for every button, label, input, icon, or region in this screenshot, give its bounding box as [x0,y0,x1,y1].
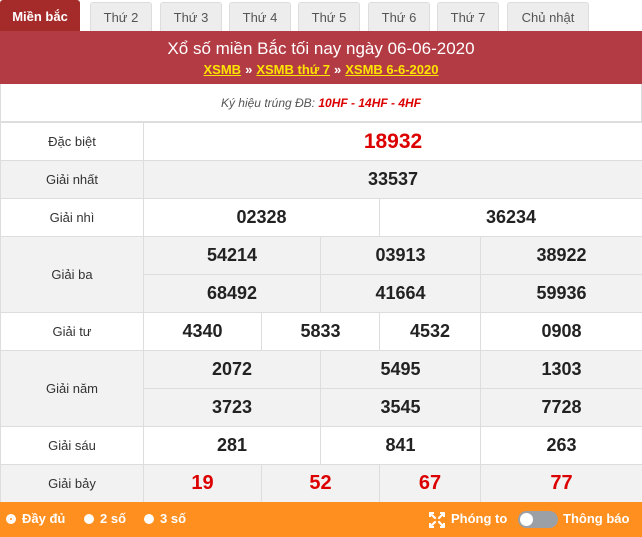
display-options-bar: Đầy đủ 2 số 3 số Phóng to Thông báo [0,502,642,537]
prize-g3-value: 41664 [320,274,481,313]
tab-thu-2[interactable]: Thứ 2 [90,2,152,31]
tab-chu-nhat[interactable]: Chủ nhật [507,2,589,31]
special-code-label: Ký hiệu trúng ĐB: [220,96,319,110]
special-codes: 10HF - 14HF - 4HF [318,96,422,110]
prize-g7-value: 67 [379,464,481,503]
prize-label-g1: Giải nhất [0,160,144,199]
breadcrumb: XSMB» XSMB thứ 7» XSMB 6-6-2020 [0,62,642,77]
tab-thu-4[interactable]: Thứ 4 [229,2,291,31]
prize-g2-value: 02328 [143,198,380,237]
prize-label-g5: Giải năm [0,350,144,427]
breadcrumb-separator: » [334,62,342,77]
option-3-digit-label[interactable]: 3 số [160,511,186,526]
option-2-digit-label[interactable]: 2 số [100,511,126,526]
prize-g4-value: 4340 [143,312,262,351]
prize-g6-value: 263 [479,426,642,465]
prize-g7-value: 52 [261,464,380,503]
prize-g7-value: 19 [143,464,262,503]
prize-g5-value: 2072 [143,350,321,389]
prize-g5-value: 7728 [479,388,642,427]
notify-label: Thông báo [563,511,630,526]
tab-thu-5[interactable]: Thứ 5 [298,2,360,31]
prize-label-g6: Giải sáu [0,426,144,465]
prize-g5-value: 3545 [320,388,481,427]
option-full-label[interactable]: Đầy đủ [22,511,65,526]
toggle-knob [520,513,533,526]
prize-g3-value: 03913 [320,236,481,275]
prize-label-g2: Giải nhì [0,198,144,237]
radio-full-icon[interactable] [6,514,16,524]
zoom-icon[interactable] [428,511,446,529]
prize-g4-value: 0908 [479,312,642,351]
breadcrumb-xsmb-thu7-link[interactable]: XSMB thứ 7 [256,62,330,77]
result-header: Xổ số miền Bắc tối nay ngày 06-06-2020 X… [0,31,642,84]
breadcrumb-separator: » [245,62,253,77]
prize-g5-value: 1303 [479,350,642,389]
tab-thu-3[interactable]: Thứ 3 [160,2,222,31]
tab-thu-6[interactable]: Thứ 6 [368,2,430,31]
prize-g5-value: 5495 [320,350,481,389]
page-title: Xổ số miền Bắc tối nay ngày 06-06-2020 [167,39,475,58]
region-tabs: Miền bắc Thứ 2 Thứ 3 Thứ 4 Thứ 5 Thứ 6 T… [0,0,642,31]
prize-g4-value: 5833 [261,312,380,351]
prize-g4-value: 4532 [379,312,481,351]
prize-label-g3: Giải ba [0,236,144,313]
prize-g3-value: 68492 [143,274,321,313]
prize-g3-value: 54214 [143,236,321,275]
breadcrumb-xsmb-date-link[interactable]: XSMB 6-6-2020 [345,62,438,77]
breadcrumb-xsmb-link[interactable]: XSMB [204,62,242,77]
prize-g6-value: 281 [143,426,321,465]
prize-g3-value: 38922 [479,236,642,275]
result-table: Đặc biệt 18932 Giải nhất 33537 Giải nhì … [0,122,642,503]
prize-g7-value: 77 [479,464,642,503]
prize-g3-value: 59936 [479,274,642,313]
prize-db-value: 18932 [142,122,642,161]
special-code-row: Ký hiệu trúng ĐB: 10HF - 14HF - 4HF [0,84,642,122]
notify-toggle[interactable] [518,511,558,528]
prize-g2-value: 36234 [378,198,642,237]
tab-mien-bac[interactable]: Miền bắc [0,0,80,31]
prize-label-g4: Giải tư [0,312,144,351]
tab-thu-7[interactable]: Thứ 7 [437,2,499,31]
prize-label-db: Đặc biệt [0,122,144,161]
prize-label-g7: Giải bảy [0,464,144,503]
radio-3-digit-icon[interactable] [144,514,154,524]
radio-2-digit-icon[interactable] [84,514,94,524]
prize-g1-value: 33537 [142,160,642,199]
prize-g5-value: 3723 [143,388,321,427]
zoom-label[interactable]: Phóng to [451,511,507,526]
prize-g6-value: 841 [320,426,481,465]
